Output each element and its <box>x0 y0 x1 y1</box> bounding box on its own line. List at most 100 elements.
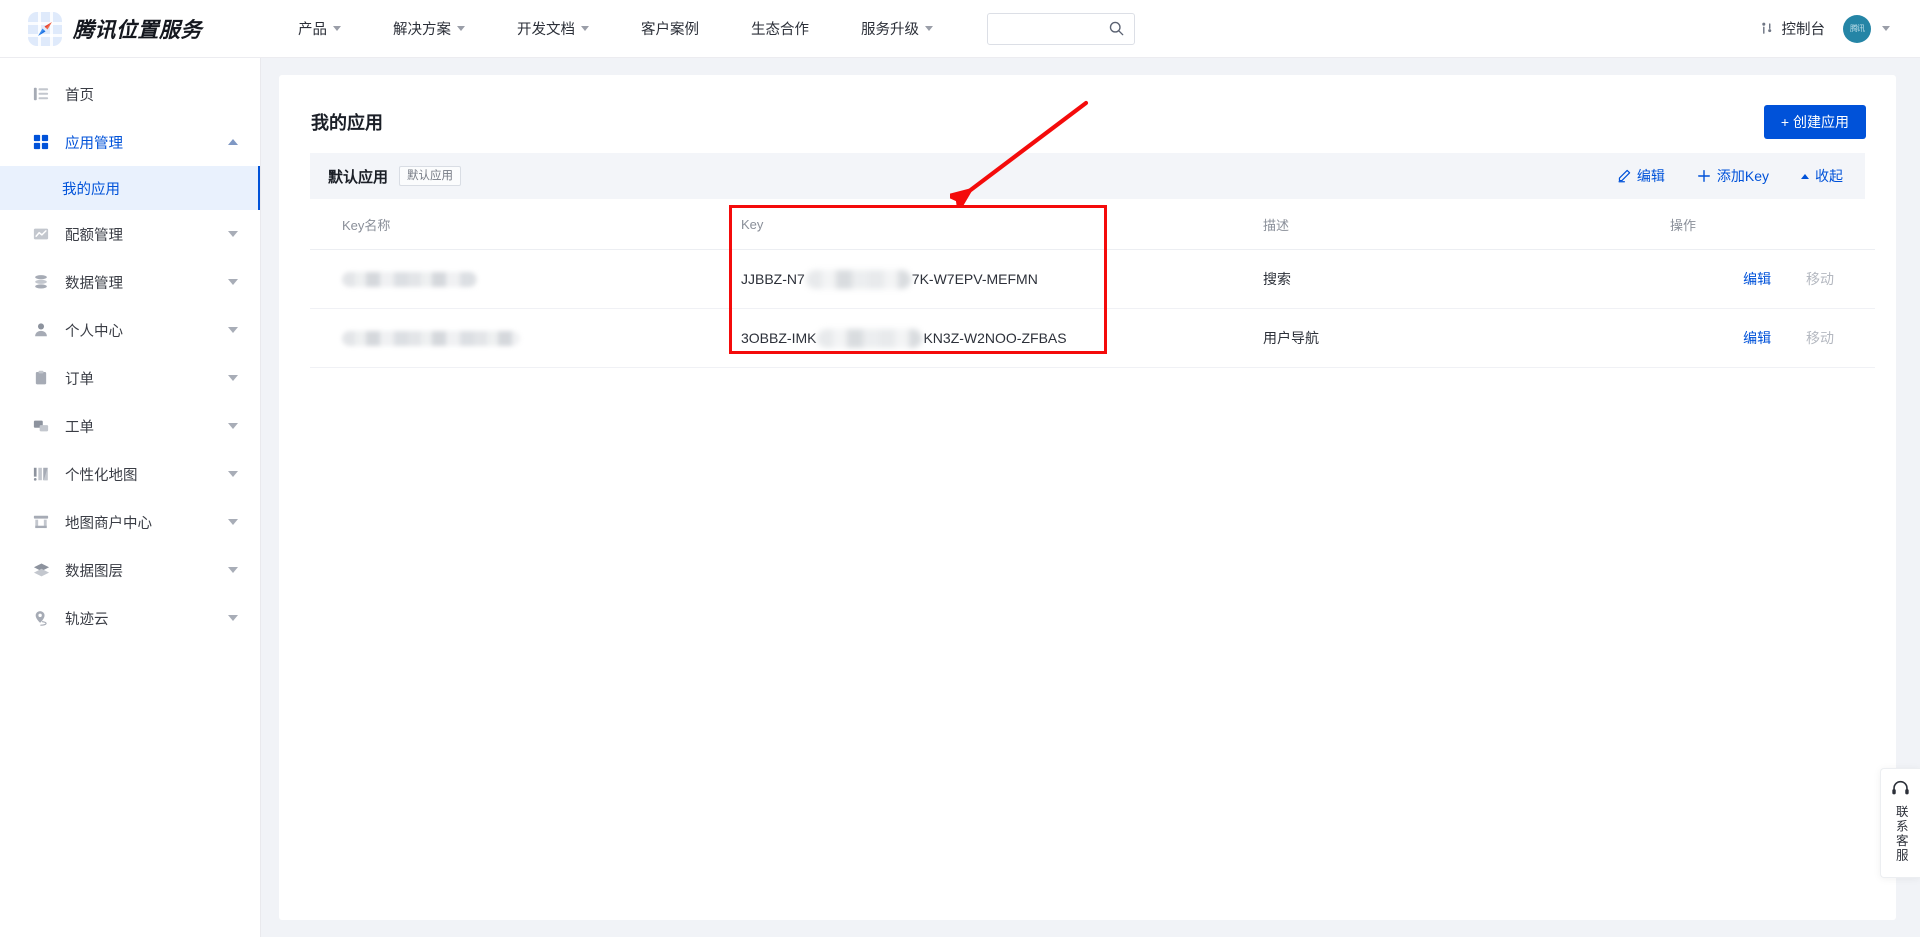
sidebar-item-label: 轨迹云 <box>65 611 109 628</box>
search-icon[interactable] <box>1108 20 1125 37</box>
nav-item-service-upgrade[interactable]: 服务升级 <box>835 0 959 57</box>
sidebar-item-track-cloud[interactable]: 轨迹云 <box>0 594 260 642</box>
layers-icon <box>32 561 50 579</box>
column-header-description: 描述 <box>1230 199 1670 250</box>
row-move-link: 移动 <box>1806 271 1834 287</box>
sidebar-item-merchant-center[interactable]: 地图商户中心 <box>0 498 260 546</box>
sidebar-item-tickets[interactable]: 工单 <box>0 402 260 450</box>
map-style-icon <box>32 465 50 483</box>
redacted-key-name <box>342 272 477 288</box>
sidebar-item-data-management[interactable]: 数据管理 <box>0 258 260 306</box>
chevron-down-icon <box>581 26 589 31</box>
contact-customer-service-widget[interactable]: 联系客服 <box>1880 768 1920 878</box>
brand-logo-link[interactable]: 腾讯位置服务 <box>28 11 202 46</box>
sidebar-item-data-layers[interactable]: 数据图层 <box>0 546 260 594</box>
sidebar-item-my-apps[interactable]: 我的应用 <box>0 166 260 210</box>
sidebar-item-label: 个性化地图 <box>65 467 138 484</box>
redacted-key-middle <box>817 328 923 348</box>
app-group-header: 默认应用 默认应用 编辑 添加Key 收起 <box>310 153 1865 199</box>
sidebar-item-label: 数据管理 <box>65 275 123 292</box>
column-header-key: Key <box>710 199 1230 250</box>
avatar[interactable]: 腾讯 <box>1843 14 1871 43</box>
chevron-down-icon[interactable] <box>228 279 238 285</box>
sidebar-item-home[interactable]: 首页 <box>0 70 260 118</box>
nav-item-solutions[interactable]: 解决方案 <box>367 0 491 57</box>
chevron-down-icon[interactable] <box>228 375 238 381</box>
sidebar-item-quota-management[interactable]: 配额管理 <box>0 210 260 258</box>
cell-operations: 编辑 移动 <box>1670 249 1875 309</box>
row-edit-link[interactable]: 编辑 <box>1743 271 1771 287</box>
table-row: 3OBBZ-IMK KN3Z-W2NOO-ZFBAS 用户导航 编辑 移动 <box>310 308 1875 368</box>
plus-icon: + <box>1780 114 1789 130</box>
chevron-down-icon[interactable] <box>228 327 238 333</box>
sidebar-item-app-management[interactable]: 应用管理 <box>0 118 260 166</box>
app-group-actions: 编辑 添加Key 收起 <box>1617 166 1843 186</box>
sidebar-item-label: 应用管理 <box>65 135 123 152</box>
chevron-up-icon[interactable] <box>228 139 238 145</box>
card-header: 我的应用 + 创建应用 <box>279 75 1896 147</box>
table-row: JJBBZ-N7 7K-W7EPV-MEFMN 搜索 编辑 移动 <box>310 249 1875 309</box>
top-navigation-bar: 腾讯位置服务 产品 解决方案 开发文档 客户案例 生态合作 服务升级 控制台 腾… <box>0 0 1920 58</box>
collapse-group-button[interactable]: 收起 <box>1801 166 1843 186</box>
nav-item-docs[interactable]: 开发文档 <box>491 0 615 57</box>
chevron-down-icon[interactable] <box>228 567 238 573</box>
redacted-key-middle <box>805 269 911 289</box>
chevron-down-icon <box>925 26 933 31</box>
nav-item-cases[interactable]: 客户案例 <box>615 0 725 57</box>
sidebar-subitem-label: 我的应用 <box>62 181 120 198</box>
customer-service-label: 联系客服 <box>1893 805 1908 863</box>
sidebar-item-label: 订单 <box>65 371 94 388</box>
create-app-button[interactable]: + 创建应用 <box>1763 105 1866 139</box>
edit-group-label: 编辑 <box>1636 168 1665 184</box>
row-edit-link[interactable]: 编辑 <box>1743 330 1771 346</box>
sidebar-item-label: 首页 <box>65 87 94 104</box>
key-suffix: 7K-W7EPV-MEFMN <box>911 271 1038 287</box>
plus-icon <box>1697 170 1710 182</box>
headset-icon <box>1892 780 1909 795</box>
avatar-text: 腾讯 <box>1850 24 1865 33</box>
nav-right-section: 控制台 腾讯 <box>1759 14 1890 43</box>
chevron-down-icon <box>457 26 465 31</box>
sidebar-item-label: 配额管理 <box>65 227 123 244</box>
chevron-down-icon[interactable] <box>228 471 238 477</box>
sidebar-item-personal-center[interactable]: 个人中心 <box>0 306 260 354</box>
collapse-label: 收起 <box>1815 168 1843 184</box>
nav-item-products[interactable]: 产品 <box>272 0 367 57</box>
sidebar-item-orders[interactable]: 订单 <box>0 354 260 402</box>
store-icon <box>32 513 50 531</box>
sidebar-item-label: 个人中心 <box>65 323 123 340</box>
keys-table: Key名称 Key 描述 操作 JJBBZ-N7 7K-W7EPV-MEFMN … <box>310 199 1875 368</box>
table-header: Key名称 Key 描述 操作 <box>310 199 1875 250</box>
user-menu[interactable]: 腾讯 <box>1843 14 1890 43</box>
cell-key: 3OBBZ-IMK KN3Z-W2NOO-ZFBAS <box>710 308 1230 368</box>
clipboard-icon <box>32 369 50 387</box>
cell-description: 搜索 <box>1230 249 1670 309</box>
cell-key: JJBBZ-N7 7K-W7EPV-MEFMN <box>710 249 1230 309</box>
ticket-icon <box>32 417 50 435</box>
chevron-down-icon[interactable] <box>228 519 238 525</box>
key-suffix: KN3Z-W2NOO-ZFBAS <box>923 330 1067 346</box>
key-value: 3OBBZ-IMK KN3Z-W2NOO-ZFBAS <box>741 328 1230 348</box>
console-link[interactable]: 控制台 <box>1759 18 1825 39</box>
caret-up-icon <box>1801 173 1809 179</box>
chevron-down-icon[interactable] <box>228 615 238 621</box>
cell-key-name <box>310 249 710 309</box>
sidebar-item-custom-map[interactable]: 个性化地图 <box>0 450 260 498</box>
app-group-tag: 默认应用 <box>399 165 462 187</box>
nav-label: 服务升级 <box>861 22 919 38</box>
edit-group-button[interactable]: 编辑 <box>1617 166 1665 186</box>
database-icon <box>32 273 50 291</box>
chevron-down-icon[interactable] <box>228 231 238 237</box>
add-key-button[interactable]: 添加Key <box>1697 166 1769 186</box>
compass-logo-icon <box>28 11 62 46</box>
nav-item-ecosystem[interactable]: 生态合作 <box>725 0 835 57</box>
main-content: 我的应用 + 创建应用 默认应用 默认应用 编辑 添加Key 收起 Key名称 … <box>261 58 1920 937</box>
main-nav-links: 产品 解决方案 开发文档 客户案例 生态合作 服务升级 <box>272 0 959 57</box>
chevron-down-icon[interactable] <box>228 423 238 429</box>
nav-label: 生态合作 <box>751 22 809 38</box>
app-group-name: 默认应用 <box>328 168 389 186</box>
sidebar-item-label: 工单 <box>65 419 94 436</box>
search-box[interactable] <box>987 12 1135 45</box>
search-input[interactable] <box>997 21 1108 36</box>
chevron-down-icon[interactable] <box>1882 26 1890 31</box>
